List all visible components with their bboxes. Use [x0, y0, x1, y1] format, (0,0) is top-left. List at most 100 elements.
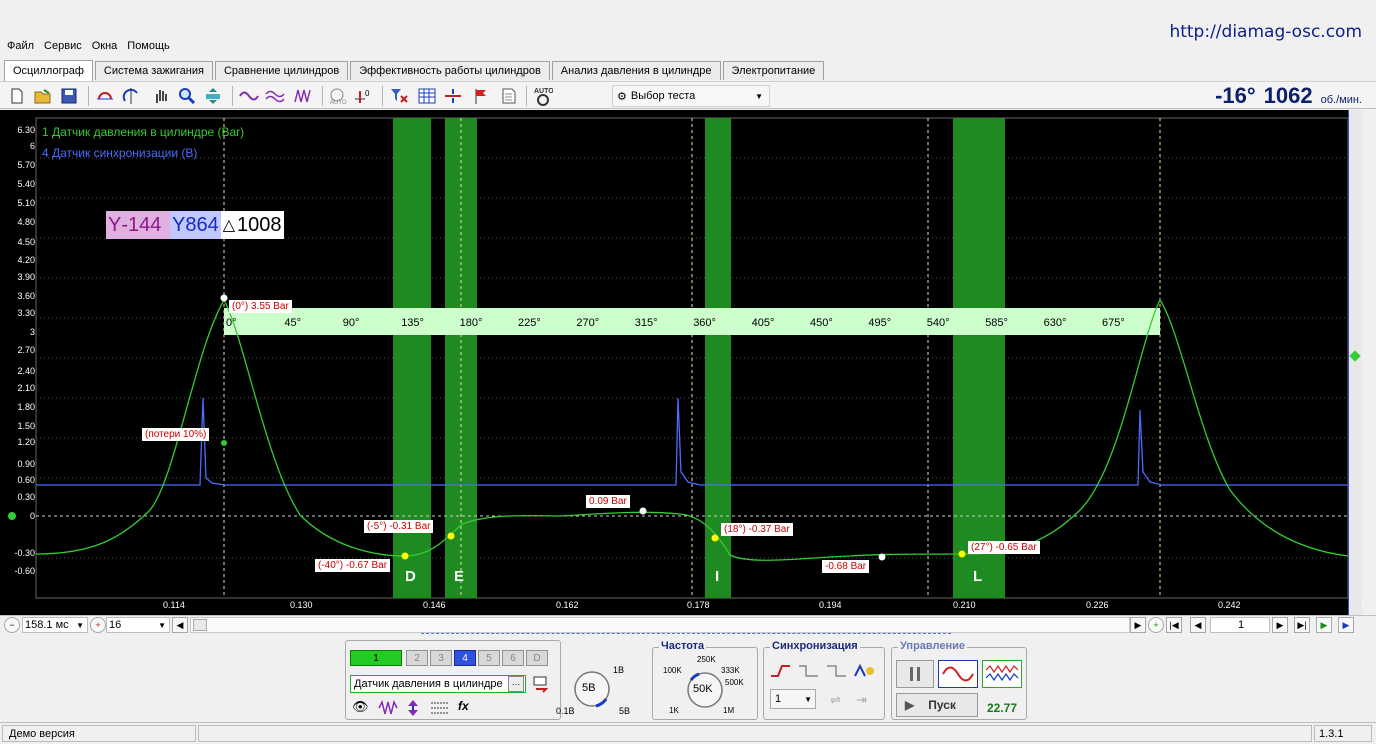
rising-edge-icon[interactable] — [770, 662, 792, 683]
filter-3-icon[interactable] — [292, 85, 314, 107]
multi-wave-icon — [985, 664, 1019, 682]
zoom-out-icon[interactable]: − — [4, 617, 20, 633]
sensor-browse-button[interactable]: … — [508, 676, 524, 692]
auto-trigger-icon[interactable]: AUTO — [326, 85, 348, 107]
voltage-knob[interactable]: 5В — [572, 669, 612, 709]
degree-label: 675° — [1102, 317, 1125, 329]
sync-channel-select[interactable]: 1 ▼ — [770, 689, 816, 709]
channel-2-button[interactable]: 2 — [406, 650, 428, 666]
zoom-vertical-icon[interactable] — [120, 85, 142, 107]
zoom-horizontal-icon[interactable] — [94, 85, 116, 107]
trigger-level-marker[interactable] — [1349, 350, 1361, 362]
page-number-field[interactable]: 1 — [1210, 617, 1270, 633]
marker-minus40 — [401, 552, 409, 560]
pulse-edge-icon[interactable] — [826, 662, 848, 683]
test-select-dropdown[interactable]: ⚙ Выбор теста ▼ — [612, 85, 770, 107]
next-page-icon[interactable]: ▶ — [1272, 617, 1288, 633]
svg-text:AUTO: AUTO — [330, 100, 347, 105]
channel-3-button[interactable]: 3 — [430, 650, 452, 666]
freq-label-333k: 333K — [721, 666, 740, 675]
degree-label: 135° — [401, 317, 424, 329]
scroll-left-icon[interactable]: ◀ — [172, 617, 188, 633]
oscilloscope-view[interactable]: 0° 45° 90° 135° 180° 225° 270° 315° 360° 405° 450°… — [0, 110, 1364, 615]
divider-icon[interactable] — [442, 85, 464, 107]
frequency-title: Частота — [659, 640, 707, 652]
degree-label: 450° — [810, 317, 833, 329]
y-label: 1.80 — [17, 402, 35, 412]
horizontal-scrollbar[interactable] — [190, 617, 1130, 634]
falling-edge-icon[interactable] — [798, 662, 820, 683]
start-button[interactable]: ▶ Пуск — [896, 693, 978, 717]
tab-cylinder-efficiency[interactable]: Эффективность работы цилиндров — [350, 61, 550, 80]
sync-center-icon[interactable]: ⇥ — [856, 692, 867, 708]
sensor-field[interactable]: Датчик давления в цилиндре — [350, 675, 526, 693]
tab-ignition[interactable]: Система зажигания — [94, 61, 213, 80]
menu-service[interactable]: Сервис — [37, 38, 85, 56]
play-fast-icon[interactable]: ▶ — [1338, 617, 1354, 633]
auto-settings-icon[interactable]: AUTO — [532, 85, 554, 107]
zoom-in-icon[interactable]: + — [90, 617, 106, 633]
prev-page-icon[interactable]: ◀ — [1190, 617, 1206, 633]
open-folder-icon[interactable] — [32, 85, 54, 107]
menu-windows[interactable]: Окна — [85, 38, 121, 56]
trigger-zero-icon[interactable]: 0 — [352, 85, 374, 107]
grid-lines-icon[interactable] — [430, 699, 450, 720]
tab-pressure-analysis[interactable]: Анализ давления в цилиндре — [551, 61, 721, 80]
channel-group: 1 2 3 4 5 6 D Датчик давления в цилиндре… — [345, 640, 610, 720]
waveform-icon[interactable] — [378, 699, 398, 720]
continuous-wave-button[interactable] — [982, 660, 1022, 688]
channel-d-button[interactable]: D — [526, 650, 548, 666]
channel-5-button[interactable]: 5 — [478, 650, 500, 666]
control-group: Управление ▶ Пуск 22.77 — [891, 640, 1027, 720]
sensor-settings-icon[interactable] — [532, 675, 550, 698]
y-label: 1.50 — [17, 421, 35, 431]
time-per-div-select[interactable]: 158.1 мс ▼ — [22, 617, 88, 633]
band-label-i: I — [715, 568, 720, 585]
legend-sync: 4 Датчик синхронизации (В) — [42, 146, 198, 160]
website-url[interactable]: http://diamag-osc.com — [1169, 22, 1362, 42]
y-label: 5.10 — [17, 198, 35, 208]
single-wave-button[interactable] — [938, 660, 978, 688]
eye-icon[interactable]: 👁 — [352, 699, 372, 717]
magnifier-icon[interactable] — [176, 85, 198, 107]
first-page-icon[interactable]: |◀ — [1166, 617, 1182, 633]
menu-help[interactable]: Помощь — [120, 38, 173, 56]
last-page-icon[interactable]: ▶| — [1294, 617, 1310, 633]
pause-button[interactable] — [896, 660, 934, 688]
channel-1-button[interactable]: 1 — [350, 650, 402, 666]
degree-label: 495° — [868, 317, 891, 329]
tab-oscilloscope[interactable]: Осциллограф — [4, 60, 93, 81]
pan-hand-icon[interactable] — [150, 85, 172, 107]
channel-4-button[interactable]: 4 — [454, 650, 476, 666]
menu-file[interactable]: Файл — [0, 38, 37, 56]
degree-label: 630° — [1044, 317, 1067, 329]
flag-icon[interactable] — [470, 85, 492, 107]
sync-level-icon[interactable]: ⇌ — [830, 692, 841, 708]
vertical-move-icon[interactable] — [404, 699, 422, 720]
add-page-icon[interactable]: + — [1148, 617, 1164, 633]
custom-sync-icon[interactable] — [854, 662, 876, 683]
oscilloscope-plot[interactable]: 0° 45° 90° 135° 180° 225° 270° 315° 360° 405° 450°… — [0, 110, 1362, 615]
document-icon[interactable] — [498, 85, 520, 107]
channel-6-button[interactable]: 6 — [502, 650, 524, 666]
rpm-unit: об./мин. — [1320, 94, 1362, 106]
right-scroll-bar[interactable] — [1348, 110, 1362, 615]
function-icon[interactable]: fx — [458, 699, 469, 713]
zoom-level-select[interactable]: 16 ▼ — [106, 617, 170, 633]
tab-power-supply[interactable]: Электропитание — [722, 61, 825, 80]
chevron-down-icon: ▼ — [76, 620, 84, 630]
auto-scale-icon[interactable] — [202, 85, 224, 107]
save-icon[interactable] — [58, 85, 80, 107]
frequency-knob[interactable]: 50K — [685, 670, 725, 710]
y-label: 0 — [29, 511, 35, 521]
new-file-icon[interactable] — [6, 85, 28, 107]
scroll-thumb[interactable] — [193, 619, 207, 631]
svg-text:AUTO: AUTO — [534, 88, 553, 95]
cursor-filter-icon[interactable] — [388, 85, 410, 107]
table-icon[interactable] — [416, 85, 438, 107]
tab-cylinder-compare[interactable]: Сравнение цилиндров — [214, 61, 349, 80]
scroll-right-icon[interactable]: ▶ — [1130, 617, 1146, 633]
filter-1-icon[interactable] — [238, 85, 260, 107]
play-icon[interactable]: ▶ — [1316, 617, 1332, 633]
filter-2-icon[interactable] — [264, 85, 286, 107]
